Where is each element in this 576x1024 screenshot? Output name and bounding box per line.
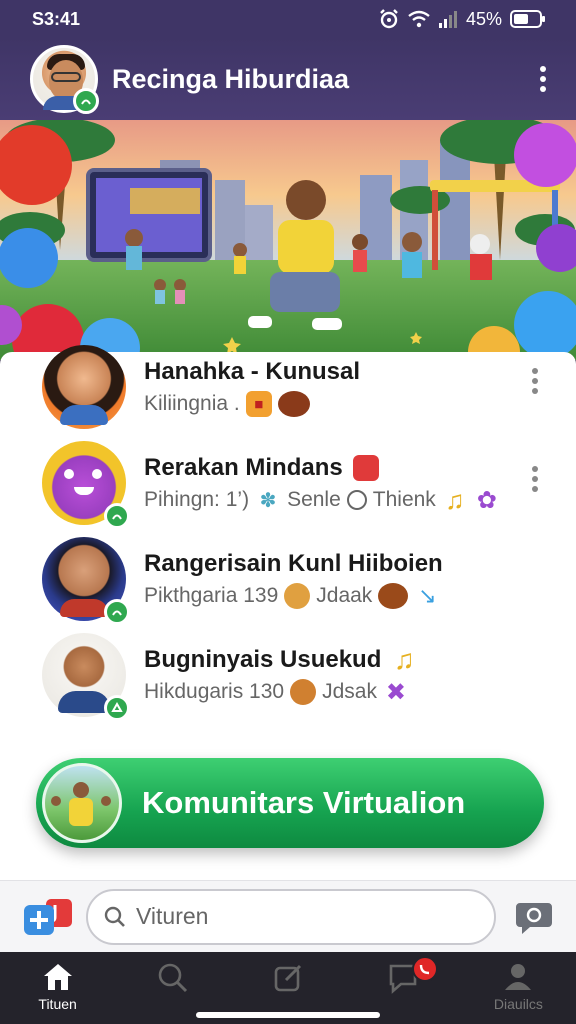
contact-avatar: [42, 441, 130, 529]
chat-preview: Kiliingnia .: [144, 392, 240, 415]
profile-avatar[interactable]: [30, 45, 99, 114]
search-icon: [104, 906, 125, 927]
nav-profile-label: Diauilcs: [493, 996, 543, 1012]
alarm-icon: [380, 9, 398, 29]
edit-icon: [274, 964, 302, 992]
status-time: S3:41: [32, 8, 81, 29]
virtual-community-button[interactable]: Komunitars Virtualion: [36, 758, 544, 848]
chat-name: Hanahka - Kunusal: [144, 358, 361, 385]
home-icon: [43, 964, 72, 990]
chat-bubble-icon: [516, 902, 552, 934]
cta-label: Komunitars Virtualion: [142, 785, 466, 820]
contact-avatar: [42, 537, 130, 625]
chat-list-item[interactable]: Rangerisain Kunl Hiiboien Pikthgaria 139…: [0, 530, 576, 628]
wifi-icon: [408, 10, 430, 28]
nav-profile[interactable]: Diauilcs: [461, 952, 576, 1024]
item-more-options-icon[interactable]: [522, 458, 548, 500]
status-icons: 45%: [378, 9, 546, 30]
profile-icon: [505, 964, 532, 990]
online-status-icon: [104, 503, 130, 529]
more-options-icon[interactable]: [530, 58, 556, 100]
chat-list-item[interactable]: Hanahka - Kunusal Kiliingnia . ■: [0, 338, 576, 436]
chat-list-item[interactable]: Bugninyais Usuekud ♫ Hikdugaris 130 Jdsa…: [0, 626, 576, 724]
chat-preview: Pikthgaria 139: [144, 584, 279, 607]
chat-list: Hanahka - Kunusal Kiliingnia . ■ Rerakan…: [0, 345, 576, 952]
chat-name: Rerakan Mindans: [144, 454, 343, 481]
app-header: Recinga Hiburdiaa: [0, 38, 576, 120]
contact-avatar: [42, 345, 126, 429]
radio-circle-icon: [346, 490, 367, 510]
football-emoji-icon: [277, 391, 310, 417]
chat-name: Bugninyais Usuekud: [144, 646, 382, 673]
notification-badge-icon: [411, 956, 438, 982]
chat-preview: Hikdugaris 130: [144, 680, 285, 703]
battery-percent: 45%: [465, 8, 502, 29]
item-more-options-icon[interactable]: [522, 360, 548, 402]
park-scene-illustration: [0, 120, 576, 360]
cookie-emoji-icon: [290, 679, 317, 705]
arrow-emoji-icon: ↘: [418, 583, 437, 608]
hero-banner: [0, 120, 576, 360]
search-field[interactable]: [86, 888, 496, 945]
chat-preview-word: Jdaak: [316, 584, 373, 607]
red-cup-emoji-icon: [352, 455, 379, 481]
flower-emoji-icon: ✿: [476, 486, 497, 514]
search-input[interactable]: [136, 903, 436, 930]
community-thumbnail: [42, 763, 122, 843]
cookie-emoji-icon: [284, 583, 311, 609]
chat-preview-word: Senle: [287, 488, 341, 511]
battery-icon: [510, 10, 545, 28]
nav-home[interactable]: Tituen: [0, 952, 115, 1024]
online-status-icon: [73, 88, 99, 114]
chat-bubble-button[interactable]: [514, 897, 554, 937]
search-icon: [158, 963, 187, 993]
home-indicator[interactable]: [196, 1012, 380, 1018]
flower-emoji-icon: ✖: [385, 678, 406, 706]
nav-home-label: Tituen: [38, 996, 77, 1012]
juice-box-emoji-icon: ■: [245, 391, 272, 417]
contact-avatar: [42, 633, 130, 721]
football-emoji-icon: [378, 583, 409, 609]
signal-icon: [438, 11, 457, 28]
online-status-icon: [104, 695, 130, 721]
music-note-emoji-icon: ♫: [445, 484, 465, 515]
chat-preview-word: Thienk: [372, 488, 436, 511]
chat-preview-word: Jdsak: [322, 680, 377, 703]
chat-list-item[interactable]: Rerakan Mindans Pihingn: 1’) ✽ Senle Thi…: [0, 434, 576, 532]
add-icon: [24, 898, 72, 935]
online-status-icon: [104, 599, 130, 625]
dancer-emoji-icon: ✽: [259, 489, 277, 512]
music-note-emoji-icon: ♫: [393, 644, 415, 675]
add-contact-button[interactable]: [22, 897, 78, 937]
composer-bar: [0, 880, 576, 952]
status-bar: S3:41 45%: [0, 0, 576, 38]
chat-preview: Pihingn: 1’): [144, 488, 250, 511]
page-title: Recinga Hiburdiaa: [112, 63, 350, 94]
chat-name: Rangerisain Kunl Hiiboien: [144, 550, 443, 577]
